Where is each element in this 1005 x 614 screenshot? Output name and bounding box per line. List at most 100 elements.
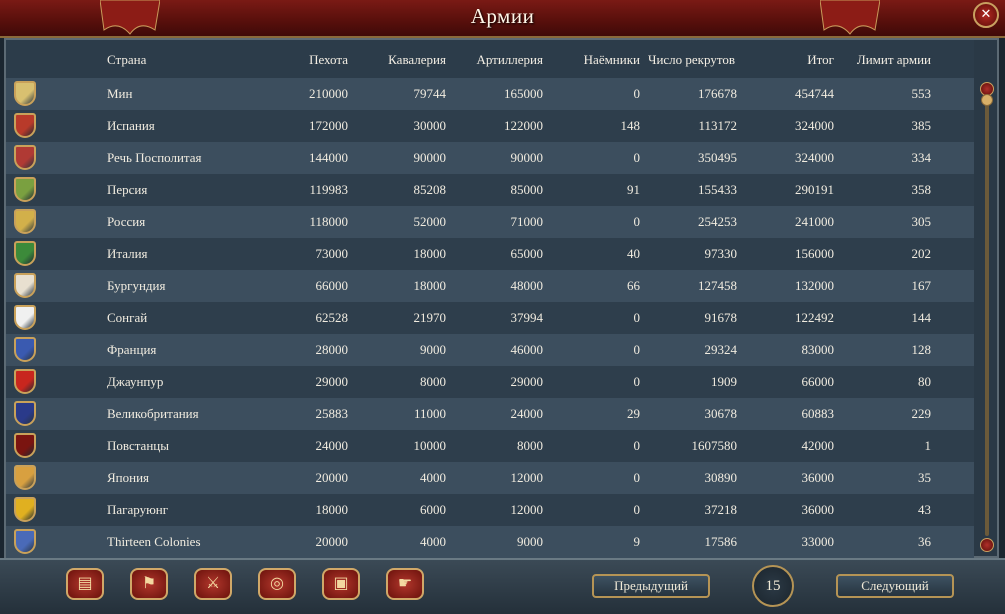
songhai-shield-icon[interactable] [14, 305, 36, 330]
table-row[interactable]: Испания 172000 30000 122000 148 113172 324000 3… [6, 110, 974, 142]
header-army-limit[interactable]: Лимит армии [857, 52, 931, 68]
cell-army-limit: 229 [911, 406, 932, 421]
japan-shield-icon[interactable] [14, 465, 36, 490]
cell-mercenaries: 0 [633, 86, 641, 101]
table-row[interactable]: Джаунпур 29000 8000 29000 0 1909 66000 80 [6, 366, 974, 398]
cell-country: Россия [107, 214, 146, 229]
cell-cavalry: 85208 [413, 182, 447, 197]
close-button[interactable]: ✕ [973, 2, 999, 28]
cell-manpower: 176678 [698, 86, 737, 101]
pagaruyung-shield-icon[interactable] [14, 497, 36, 522]
cell-total: 42000 [801, 438, 835, 453]
cell-cavalry: 90000 [413, 150, 447, 165]
cell-artillery: 46000 [510, 342, 544, 357]
table-row[interactable]: Франция 28000 9000 46000 0 29324 83000 128 [6, 334, 974, 366]
persia-shield-icon[interactable] [14, 177, 36, 202]
cell-country: Мин [107, 86, 133, 101]
handshake-button[interactable]: ☛ [386, 568, 424, 600]
cell-total: 290191 [795, 182, 834, 197]
coins-icon: ◎ [270, 573, 284, 592]
cell-country: Сонгай [107, 310, 148, 325]
table-row[interactable]: Речь Посполитая 144000 90000 90000 0 350495 32… [6, 142, 974, 174]
scroll-down-button[interactable] [980, 538, 994, 552]
previous-page-button[interactable]: Предыдущий [592, 574, 710, 598]
cell-artillery: 85000 [510, 182, 544, 197]
cell-manpower: 127458 [698, 278, 737, 293]
rebels-shield-icon[interactable] [14, 433, 36, 458]
flags-icon: ⚑ [141, 573, 157, 592]
cell-total: 324000 [795, 150, 834, 165]
table-row[interactable]: Великобритания 25883 11000 24000 29 30678 6088… [6, 398, 974, 430]
header-artillery[interactable]: Артиллерия [476, 52, 543, 68]
thirteen-colonies-shield-icon[interactable] [14, 529, 36, 554]
table-row[interactable]: Япония 20000 4000 12000 0 30890 36000 35 [6, 462, 974, 494]
burgundy-shield-icon[interactable] [14, 273, 36, 298]
vertical-scrollbar[interactable] [980, 82, 994, 552]
header-cavalry[interactable]: Кавалерия [388, 52, 446, 68]
header-infantry[interactable]: Пехота [309, 52, 348, 68]
great-britain-shield-icon[interactable] [14, 401, 36, 426]
cell-infantry: 118000 [309, 214, 348, 229]
jaunpur-shield-icon[interactable] [14, 369, 36, 394]
cell-army-limit: 36 [918, 534, 931, 549]
table-row[interactable]: Мин 210000 79744 165000 0 176678 454744 553 [6, 78, 974, 110]
cell-artillery: 24000 [510, 406, 544, 421]
header-country[interactable]: Страна [107, 52, 146, 68]
table-row[interactable]: Повстанцы 24000 10000 8000 0 1607580 42000 1 [6, 430, 974, 462]
cell-manpower: 1607580 [691, 438, 738, 453]
header-mercenaries[interactable]: Наёмники [584, 52, 640, 68]
ming-shield-icon[interactable] [14, 81, 36, 106]
france-shield-icon[interactable] [14, 337, 36, 362]
spain-shield-icon[interactable] [14, 113, 36, 138]
page-number: 15 [752, 565, 794, 607]
ledger-button[interactable]: ▤ [66, 568, 104, 600]
table-row[interactable]: Сонгай 62528 21970 37994 0 91678 122492 144 [6, 302, 974, 334]
cell-manpower: 1909 [711, 374, 737, 389]
cell-army-limit: 144 [911, 310, 932, 325]
trade-goods-button[interactable]: ▣ [322, 568, 360, 600]
cell-manpower: 91678 [704, 310, 738, 325]
window-title: Армии [470, 4, 535, 28]
cell-infantry: 25883 [315, 406, 349, 421]
cell-country: Thirteen Colonies [107, 534, 201, 549]
cell-mercenaries: 0 [633, 214, 641, 229]
table-row[interactable]: Пагаруюнг 18000 6000 12000 0 37218 36000 43 [6, 494, 974, 526]
scroll-track[interactable] [985, 100, 989, 536]
table-row[interactable]: Бургундия 66000 18000 48000 66 127458 132000 16… [6, 270, 974, 302]
cell-army-limit: 553 [911, 86, 932, 101]
cell-army-limit: 202 [911, 246, 932, 261]
cell-army-limit: 128 [911, 342, 932, 357]
cell-manpower: 37218 [704, 502, 738, 517]
cell-mercenaries: 9 [633, 534, 641, 549]
table-row[interactable]: Россия 118000 52000 71000 0 254253 241000 305 [6, 206, 974, 238]
close-icon: ✕ [980, 7, 992, 22]
cell-manpower: 30890 [704, 470, 738, 485]
table-row[interactable]: Персия 119983 85208 85000 91 155433 290191 358 [6, 174, 974, 206]
cell-mercenaries: 0 [633, 470, 641, 485]
cell-infantry: 29000 [315, 374, 349, 389]
cell-country: Персия [107, 182, 148, 197]
coins-button[interactable]: ◎ [258, 568, 296, 600]
cell-cavalry: 9000 [420, 342, 446, 357]
crossed-swords-button[interactable]: ⚔ [194, 568, 232, 600]
cell-total: 454744 [795, 86, 834, 101]
cell-infantry: 144000 [309, 150, 348, 165]
scroll-thumb[interactable] [981, 94, 993, 106]
cell-infantry: 62528 [315, 310, 349, 325]
cell-artillery: 37994 [510, 310, 544, 325]
next-page-button[interactable]: Следующий [836, 574, 954, 598]
italy-shield-icon[interactable] [14, 241, 36, 266]
cell-artillery: 12000 [510, 502, 544, 517]
table-row[interactable]: Thirteen Colonies 20000 4000 9000 9 17586 3300… [6, 526, 974, 558]
russia-shield-icon[interactable] [14, 209, 36, 234]
cell-artillery: 71000 [510, 214, 544, 229]
table-row[interactable]: Италия 73000 18000 65000 40 97330 156000 202 [6, 238, 974, 270]
header-total[interactable]: Итог [807, 52, 834, 68]
cell-manpower: 113172 [698, 118, 737, 133]
flags-button[interactable]: ⚑ [130, 568, 168, 600]
cell-army-limit: 385 [911, 118, 932, 133]
header-manpower[interactable]: Число рекрутов [648, 52, 735, 68]
poland-shield-icon[interactable] [14, 145, 36, 170]
cell-manpower: 350495 [698, 150, 737, 165]
cell-total: 132000 [795, 278, 834, 293]
